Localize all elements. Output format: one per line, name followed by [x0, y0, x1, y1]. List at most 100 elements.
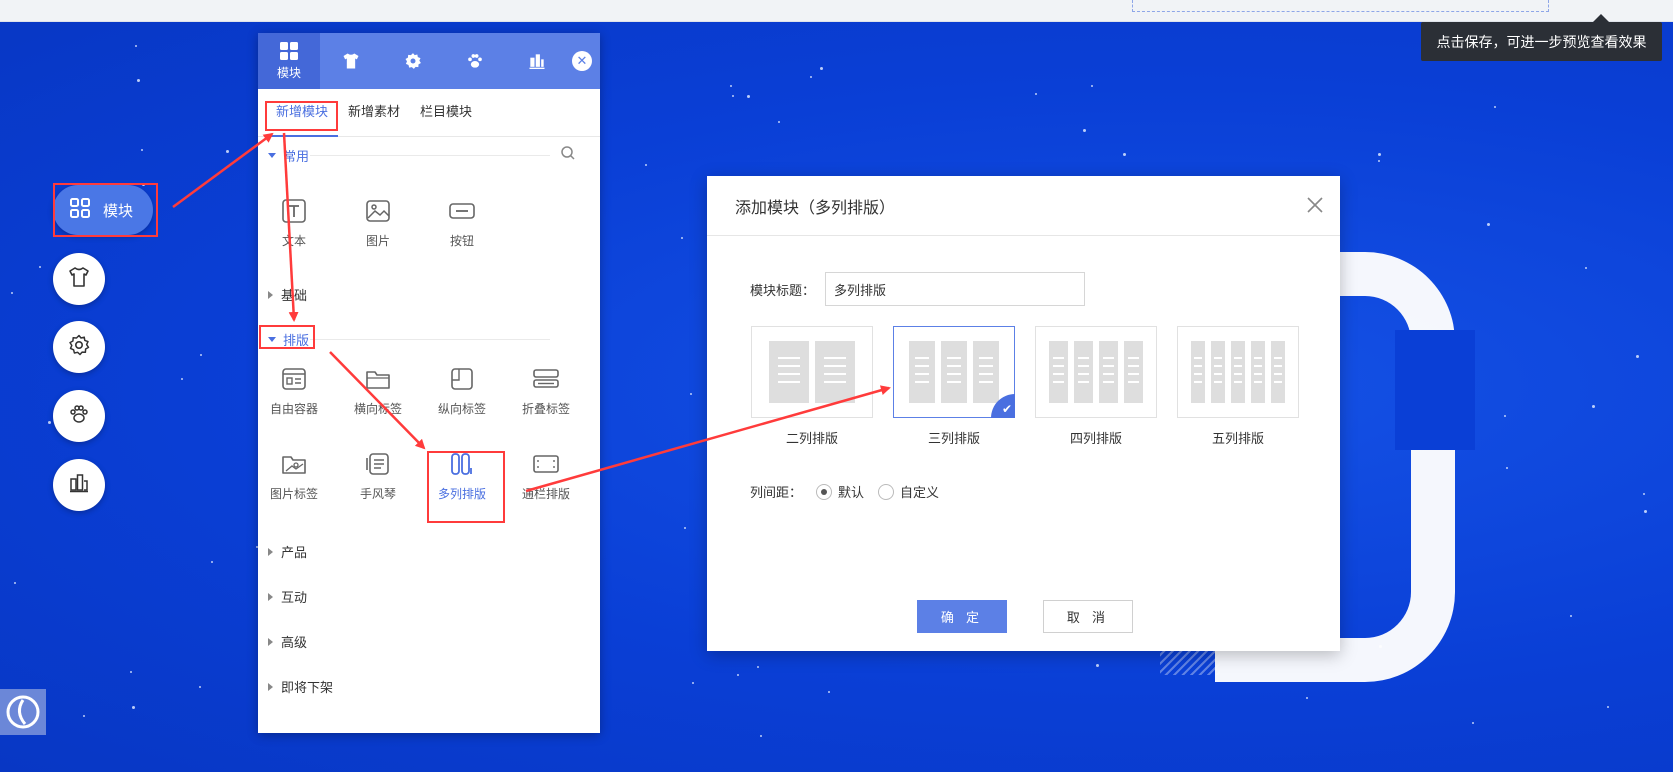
float-columns-button[interactable]: [53, 459, 105, 511]
section-product-label: 产品: [281, 546, 308, 561]
column-preview: [1049, 341, 1068, 403]
module-item-button[interactable]: 按钮: [426, 190, 498, 256]
star: [1487, 223, 1490, 226]
panel-tab-theme[interactable]: [320, 33, 382, 89]
columns-icon: [529, 54, 545, 69]
gap-custom-radio[interactable]: [878, 483, 895, 500]
panel-tab-columns[interactable]: [506, 33, 568, 89]
star: [1035, 93, 1037, 95]
background-letter-gap: [1395, 330, 1475, 450]
dialog-title: 添加模块（多列排版）: [735, 197, 896, 217]
star: [83, 715, 85, 717]
module-item-image[interactable]: 图片: [342, 190, 414, 256]
layout-label-two-columns: 二列排版: [785, 432, 838, 447]
gap-default-label: 默认: [838, 486, 865, 501]
column-preview: [941, 341, 967, 403]
star: [1083, 129, 1086, 132]
float-theme-button[interactable]: [53, 253, 105, 305]
layout-option-five-columns[interactable]: [1177, 326, 1299, 418]
star: [1494, 106, 1496, 108]
tooltip-arrow: [1593, 14, 1609, 22]
column-preview: [973, 341, 999, 403]
layout-option-two-columns[interactable]: [751, 326, 873, 418]
module-item-label: 通栏排版: [521, 487, 570, 501]
add-module-dialog: 添加模块（多列排版） 模块标题： ✔ 二列排版 三列排版 四列排版 五列排版 列…: [707, 176, 1340, 651]
button-icon: [447, 196, 477, 226]
star: [730, 85, 732, 87]
column-preview: [1074, 341, 1093, 403]
caret-right-icon: [268, 592, 273, 601]
star: [1607, 706, 1609, 708]
star: [1644, 510, 1647, 513]
star: [200, 354, 202, 356]
star: [681, 237, 683, 239]
section-deprecated-label: 即将下架: [281, 681, 334, 696]
star: [1643, 493, 1645, 495]
module-item-image-tabs[interactable]: 图片标签: [258, 443, 330, 509]
module-item-accordion[interactable]: 手风琴: [342, 443, 414, 509]
confirm-button[interactable]: 确 定: [917, 600, 1007, 633]
star: [778, 121, 780, 123]
panel-tab-settings[interactable]: [382, 33, 444, 89]
module-item-label: 横向标签: [353, 402, 402, 416]
section-deprecated[interactable]: 即将下架: [268, 677, 333, 696]
column-preview: [1271, 341, 1285, 403]
panel-tab-modules[interactable]: 模块: [258, 33, 320, 89]
subtab-new-asset[interactable]: 新增素材: [338, 89, 410, 137]
module-panel: 模块 ✕ 新增模块 新增素材 栏目模块 常用 文本 图片 按钮 基础 排版 自由…: [258, 33, 600, 733]
logo-icon: [6, 695, 40, 729]
logo-badge[interactable]: [0, 689, 46, 735]
columns-icon: [67, 471, 91, 499]
float-paw-button[interactable]: [53, 390, 105, 442]
section-product[interactable]: 产品: [268, 542, 307, 561]
module-item-collapse-tabs[interactable]: 折叠标签: [510, 358, 582, 424]
search-icon[interactable]: [560, 145, 576, 165]
section-common[interactable]: 常用: [268, 146, 309, 165]
star: [747, 95, 750, 98]
paw-icon: [468, 54, 482, 68]
star: [692, 682, 694, 684]
star: [828, 691, 830, 693]
subtab-column-module[interactable]: 栏目模块: [410, 89, 482, 137]
star: [757, 666, 759, 668]
star: [141, 149, 143, 151]
gap-custom-label: 自定义: [900, 486, 940, 501]
collapse-icon: [531, 364, 561, 394]
module-item-horizontal-tabs[interactable]: 横向标签: [342, 358, 414, 424]
layout-option-three-columns[interactable]: ✔: [893, 326, 1015, 418]
layout-option-four-columns[interactable]: [1035, 326, 1157, 418]
module-item-full-width[interactable]: 通栏排版: [510, 443, 582, 509]
module-item-free-container[interactable]: 自由容器: [258, 358, 330, 424]
dialog-header: 添加模块（多列排版）: [707, 176, 1340, 236]
highlight-frame-float-module: [53, 183, 158, 237]
float-settings-button[interactable]: [53, 321, 105, 373]
star: [11, 292, 13, 294]
cancel-button[interactable]: 取 消: [1043, 600, 1133, 633]
section-advanced-label: 高级: [281, 636, 308, 651]
highlight-frame-multi-column: [427, 451, 505, 523]
dialog-close-button[interactable]: [1304, 194, 1326, 216]
panel-tab-paw[interactable]: [444, 33, 506, 89]
module-item-vertical-tabs[interactable]: 纵向标签: [426, 358, 498, 424]
gear-icon: [67, 333, 91, 361]
star: [1504, 415, 1506, 417]
module-title-input[interactable]: [825, 272, 1085, 306]
section-advanced[interactable]: 高级: [268, 632, 307, 651]
star: [1096, 664, 1099, 667]
column-preview: [1251, 341, 1265, 403]
column-preview: [1099, 341, 1118, 403]
star: [14, 582, 16, 584]
section-interaction[interactable]: 互动: [268, 587, 307, 606]
star: [132, 706, 135, 709]
panel-close-button[interactable]: ✕: [572, 51, 592, 71]
star: [684, 527, 686, 529]
gap-default-radio[interactable]: [816, 483, 833, 500]
save-tooltip: 点击保存，可进一步预览查看效果: [1421, 22, 1662, 61]
section-basic-label: 基础: [281, 289, 308, 304]
star: [1091, 85, 1093, 87]
star: [1378, 153, 1381, 156]
caret-down-icon: [268, 153, 276, 158]
module-item-text[interactable]: 文本: [258, 190, 330, 256]
section-basic[interactable]: 基础: [268, 285, 307, 304]
panel-tab-bar: 模块 ✕: [258, 33, 600, 89]
